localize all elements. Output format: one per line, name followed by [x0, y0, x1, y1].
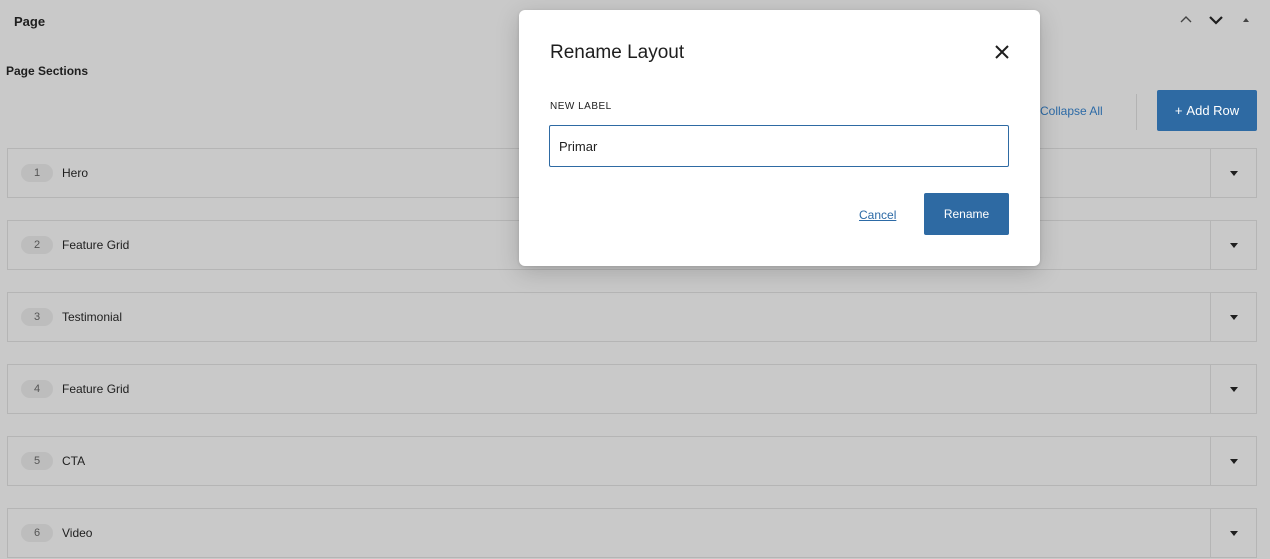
caret-down-icon: [1229, 170, 1238, 176]
row-label: Feature Grid: [62, 382, 130, 396]
new-label-input[interactable]: [549, 125, 1009, 167]
row-number-badge: 2: [21, 236, 53, 254]
new-label-field-label: New Label: [550, 101, 612, 112]
row-label: Hero: [62, 166, 89, 180]
row-expand-toggle[interactable]: [1210, 509, 1256, 557]
row-expand-toggle[interactable]: [1210, 293, 1256, 341]
section-row[interactable]: 5 CTA: [7, 436, 1257, 486]
row-expand-toggle[interactable]: [1210, 365, 1256, 413]
page-sections-label: Page Sections: [6, 64, 89, 78]
collapse-all-link[interactable]: Collapse All: [1040, 104, 1103, 118]
caret-down-icon: [1229, 242, 1238, 248]
row-number-badge: 1: [21, 164, 53, 182]
row-label: Video: [62, 526, 93, 540]
page-title: Page: [14, 14, 46, 29]
plus-icon: +: [1174, 103, 1183, 118]
cancel-link[interactable]: Cancel: [859, 208, 896, 222]
row-expand-toggle[interactable]: [1210, 437, 1256, 485]
collapse-panel-icon[interactable]: [1236, 10, 1256, 30]
row-number-badge: 5: [21, 452, 53, 470]
row-expand-toggle[interactable]: [1210, 221, 1256, 269]
panel-header-controls: [1176, 10, 1256, 30]
caret-down-icon: [1229, 458, 1238, 464]
caret-down-icon: [1229, 314, 1238, 320]
add-row-button[interactable]: + Add Row: [1157, 90, 1257, 131]
row-number-badge: 6: [21, 524, 53, 542]
row-expand-toggle[interactable]: [1210, 149, 1256, 197]
chevron-up-icon[interactable]: [1176, 10, 1196, 30]
row-number-badge: 3: [21, 308, 53, 326]
section-row[interactable]: 6 Video: [7, 508, 1257, 558]
page-editor: Page Page Sections Collapse All + Add Ro…: [0, 0, 1270, 559]
row-label: CTA: [62, 454, 86, 468]
chevron-down-icon[interactable]: [1206, 10, 1226, 30]
toolbar-divider: [1136, 94, 1137, 130]
row-label: Testimonial: [62, 310, 123, 324]
caret-down-icon: [1229, 386, 1238, 392]
rename-layout-dialog: Rename Layout New Label Cancel Rename: [519, 10, 1040, 266]
add-row-label: Add Row: [1186, 103, 1240, 118]
caret-down-icon: [1229, 530, 1238, 536]
row-number-badge: 4: [21, 380, 53, 398]
row-label: Feature Grid: [62, 238, 130, 252]
close-icon[interactable]: [990, 40, 1014, 64]
section-row[interactable]: 3 Testimonial: [7, 292, 1257, 342]
rename-button[interactable]: Rename: [924, 193, 1009, 235]
section-row[interactable]: 4 Feature Grid: [7, 364, 1257, 414]
dialog-title: Rename Layout: [550, 42, 685, 63]
